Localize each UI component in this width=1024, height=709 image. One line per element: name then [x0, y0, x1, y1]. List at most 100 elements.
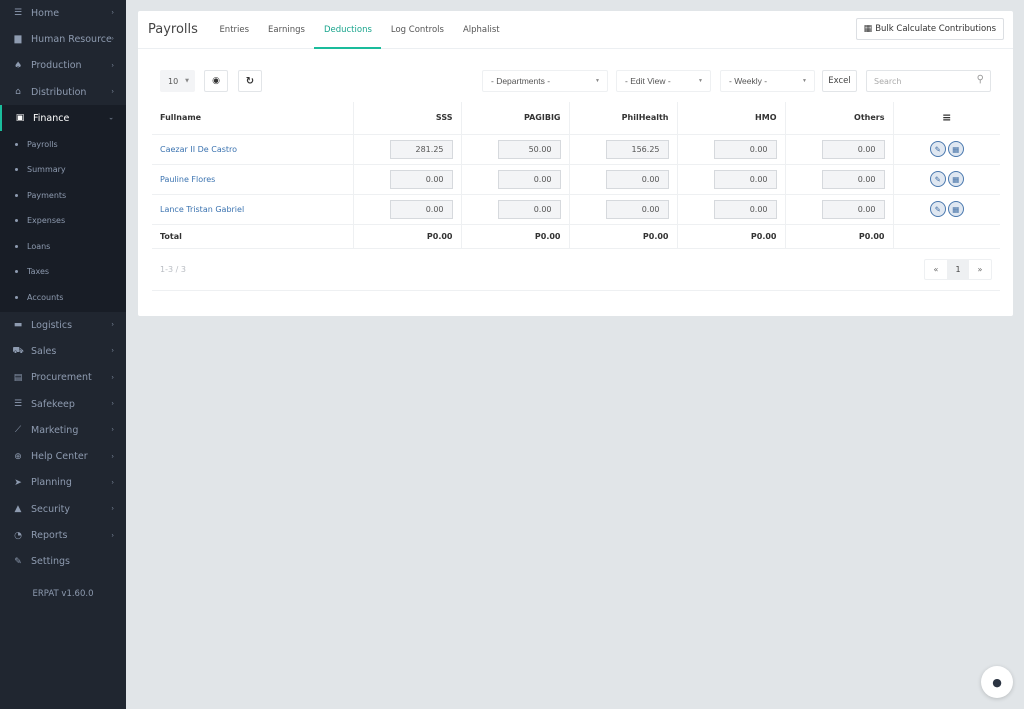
sidebar-item-production[interactable]: ♠ Production › [0, 53, 126, 79]
philhealth-cell: 0.00 [569, 194, 678, 225]
sidebar-item-safekeep[interactable]: ☰ Safekeep › [0, 391, 126, 417]
edit-pencil-icon[interactable]: ✎ [929, 171, 946, 187]
bulk-calculate-button[interactable]: ▦ Bulk Calculate Contributions [855, 18, 1004, 40]
column-header-others[interactable]: Others [785, 102, 894, 135]
prev-page-button[interactable]: « [925, 260, 947, 279]
column-header-hmo[interactable]: HMO [677, 102, 786, 135]
sidebar-item-human-resource[interactable]: ▆ Human Resource › [0, 26, 126, 52]
sss-input[interactable]: 0.00 [389, 169, 453, 189]
edit-view-select[interactable]: - Edit View - ▼ [616, 70, 711, 92]
sidebar-item-logistics[interactable]: ▬ Logistics › [0, 312, 126, 338]
fullname-cell: Pauline Flores [152, 164, 354, 195]
tab-deductions[interactable]: Deductions [314, 11, 382, 49]
hmo-input[interactable]: 0.00 [713, 199, 777, 219]
sidebar-subitem-accounts[interactable]: Accounts [0, 284, 126, 310]
sidebar-item-settings[interactable]: ✎ Settings [0, 549, 126, 575]
column-header-philhealth[interactable]: PhilHealth [569, 102, 678, 135]
sidebar-subitem-taxes[interactable]: Taxes [0, 259, 126, 285]
app-version: ERPAT v1.60.0 [32, 588, 94, 599]
philhealth-input[interactable]: 156.25 [605, 139, 669, 159]
tab-alphalist[interactable]: Alphalist [453, 11, 509, 48]
bank-icon: ⌂ [15, 87, 21, 98]
page-1-button[interactable]: 1 [947, 260, 969, 279]
caret-down-icon: ▼ [595, 78, 600, 84]
flask-icon: ♠ [13, 60, 23, 71]
sidebar-item-label: Safekeep [31, 398, 75, 410]
sidebar-subitem-payrolls[interactable]: Payrolls [0, 131, 126, 157]
caret-down-icon: ▼ [185, 78, 189, 84]
hmo-input[interactable]: 0.00 [713, 169, 777, 189]
others-input[interactable]: 0.00 [821, 139, 885, 159]
chevron-right-icon: › [111, 61, 114, 70]
philhealth-cell: 0.00 [569, 164, 678, 195]
sss-input[interactable]: 0.00 [389, 199, 453, 219]
sidebar-subitem-label: Expenses [27, 216, 66, 226]
sidebar-item-label: Reports [31, 530, 68, 541]
employee-name-link[interactable]: Caezar II De Castro [160, 145, 237, 154]
sidebar: ☰ Home › ▆ Human Resource › ♠ Production › ⌂ Distr… [0, 0, 126, 709]
column-header-fullname[interactable]: Fullname [152, 102, 354, 135]
sidebar-item-security[interactable]: ▲ Security › [0, 496, 126, 522]
column-header-pagibig[interactable]: PAGIBIG [461, 102, 570, 135]
next-page-button[interactable]: » [969, 260, 991, 279]
toggle-columns-button[interactable]: ◉ [204, 70, 228, 92]
departments-select[interactable]: - Departments - ▼ [482, 70, 608, 92]
pagibig-input[interactable]: 0.00 [497, 199, 561, 219]
sidebar-subitem-summary[interactable]: Summary [0, 157, 126, 183]
edit-pencil-icon[interactable]: ✎ [929, 141, 946, 157]
page-title: Payrolls [148, 22, 198, 37]
calculator-icon[interactable]: ▦ [947, 201, 964, 217]
tab-log-controls[interactable]: Log Controls [381, 11, 453, 48]
sss-input[interactable]: 281.25 [389, 139, 453, 159]
others-input[interactable]: 0.00 [821, 169, 885, 189]
sidebar-subitem-loans[interactable]: Loans [0, 233, 126, 259]
pagibig-input[interactable]: 50.00 [497, 139, 561, 159]
tab-earnings[interactable]: Earnings [259, 11, 315, 48]
calculator-icon[interactable]: ▦ [947, 171, 964, 187]
sidebar-item-marketing[interactable]: ⟋ Marketing › [0, 417, 126, 443]
search-icon: ⚲ [976, 74, 984, 85]
sidebar-subitem-expenses[interactable]: Expenses [0, 208, 126, 234]
philhealth-cell: 156.25 [569, 134, 678, 165]
sss-cell: 281.25 [353, 134, 462, 165]
chevron-right-icon: › [111, 452, 114, 461]
sidebar-item-label: Distribution [31, 86, 87, 98]
sidebar-item-distribution[interactable]: ⌂ Distribution › [0, 79, 126, 105]
page-size-select[interactable]: 10 ▼ [160, 70, 195, 92]
sidebar-item-procurement[interactable]: ▤ Procurement › [0, 365, 126, 391]
employee-name-link[interactable]: Lance Tristan Gabriel [160, 205, 244, 214]
line-chart-icon: ⟋ [14, 425, 22, 436]
hmo-cell: 0.00 [677, 164, 786, 195]
sidebar-subitem-label: Payrolls [27, 139, 58, 149]
table-row: Caezar II De Castro 281.25 50.00 156.25 0.00… [152, 134, 1000, 165]
period-select[interactable]: - Weekly - ▼ [720, 70, 815, 92]
others-input[interactable]: 0.00 [821, 199, 885, 219]
excel-export-button[interactable]: Excel [822, 70, 857, 92]
tab-entries[interactable]: Entries [210, 11, 259, 48]
search-input[interactable]: Search ⚲ [866, 70, 991, 92]
sidebar-item-sales[interactable]: ⛟ Sales › [0, 338, 126, 364]
sidebar-item-finance[interactable]: ▣ Finance ⌄ [0, 105, 126, 132]
others-cell: 0.00 [785, 164, 894, 195]
total-philhealth: P0.00 [569, 224, 678, 249]
pagibig-input[interactable]: 0.00 [497, 169, 561, 189]
chevron-right-icon: › [111, 373, 114, 382]
philhealth-input[interactable]: 0.00 [605, 199, 669, 219]
refresh-button[interactable]: ↻ [238, 70, 262, 92]
sidebar-item-help-center[interactable]: ⊕ Help Center › [0, 443, 126, 469]
sidebar-item-home[interactable]: ☰ Home › [0, 0, 126, 26]
sidebar-subitem-payments[interactable]: Payments [0, 182, 126, 208]
column-header-sss[interactable]: SSS [353, 102, 462, 135]
sidebar-subitem-label: Loans [27, 241, 51, 251]
hmo-input[interactable]: 0.00 [713, 139, 777, 159]
edit-pencil-icon[interactable]: ✎ [929, 201, 946, 217]
sidebar-subitem-label: Summary [27, 165, 66, 175]
sidebar-item-planning[interactable]: ➤ Planning › [0, 470, 126, 496]
employee-name-link[interactable]: Pauline Flores [160, 175, 215, 184]
calculator-icon[interactable]: ▦ [947, 141, 964, 157]
philhealth-input[interactable]: 0.00 [605, 169, 669, 189]
chevron-right-icon: › [111, 531, 114, 540]
chat-button[interactable]: ● [981, 666, 1013, 698]
column-menu-icon[interactable]: ≡ [893, 102, 1000, 135]
sidebar-item-reports[interactable]: ◔ Reports › [0, 522, 126, 548]
